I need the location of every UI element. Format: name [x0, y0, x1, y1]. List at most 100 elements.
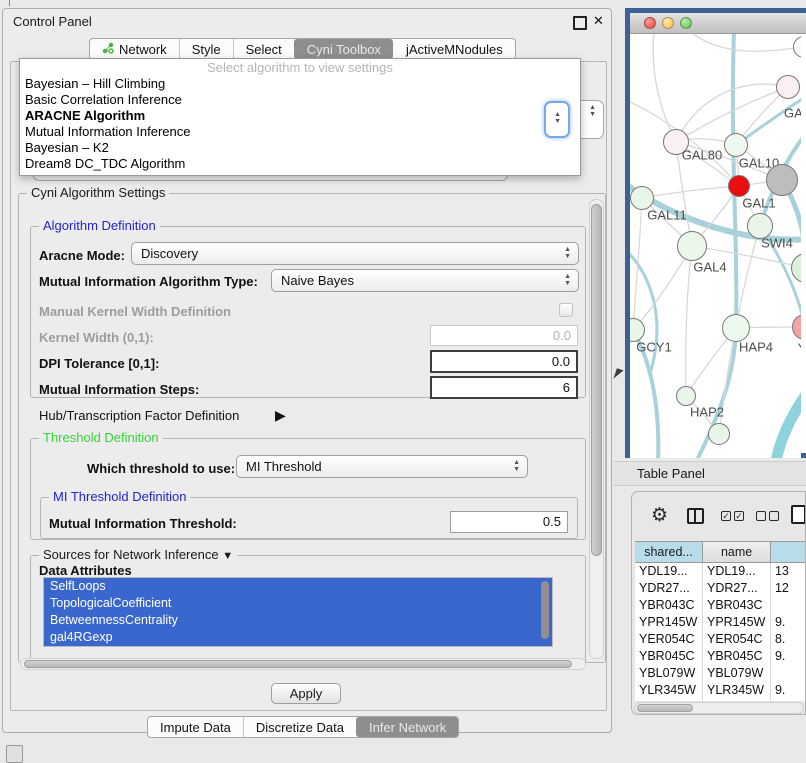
- table-cell: [771, 665, 806, 682]
- spinner-down-icon: ▼: [513, 466, 520, 473]
- tab-label: Impute Data: [160, 720, 231, 735]
- table-cell: YIL053C: [703, 699, 771, 701]
- network-window-titlebar[interactable]: [630, 13, 806, 34]
- table-hscrollbar-thumb[interactable]: [637, 704, 693, 712]
- table-cell: YBR045C: [635, 648, 703, 665]
- float-window-icon[interactable]: [573, 16, 587, 30]
- tab-label: Select: [246, 42, 282, 57]
- network-node[interactable]: [708, 423, 730, 445]
- data-attributes-list[interactable]: SelfLoopsTopologicalCoefficientBetweenne…: [43, 577, 553, 647]
- control-panel-window: Control Panel ✕ Network Style Select Cyn…: [2, 8, 612, 733]
- column-header-shared[interactable]: shared...: [635, 542, 703, 562]
- table-row[interactable]: YDL19...YDL19...13: [635, 563, 806, 580]
- spinner-up-icon: ▲: [564, 273, 571, 280]
- table-cell: 13: [771, 563, 806, 580]
- close-icon[interactable]: ✕: [593, 13, 604, 29]
- kernel-width-input[interactable]: 0.0: [430, 325, 578, 346]
- network-view-window: GALGAL80GAL10GAL1GAL11SWI4GAL4GCY1HAP4YH…: [625, 8, 806, 458]
- table-row[interactable]: YBR045CYBR045C9.: [635, 648, 806, 665]
- network-node-hap4[interactable]: [722, 314, 750, 342]
- mi-type-combo[interactable]: Naive Bayes ▲▼: [271, 269, 579, 292]
- algorithm-option[interactable]: Bayesian – Hill Climbing: [20, 76, 580, 92]
- tab-network[interactable]: Network: [90, 39, 179, 59]
- unchecked-checkbox-icon[interactable]: [769, 511, 779, 521]
- attributes-scrollbar-thumb[interactable]: [541, 581, 549, 639]
- apply-button[interactable]: Apply: [271, 683, 341, 704]
- tab-select[interactable]: Select: [233, 39, 294, 59]
- columns-view-icon[interactable]: [687, 508, 704, 524]
- mi-type-label: Mutual Information Algorithm Type:: [39, 274, 258, 289]
- gear-icon[interactable]: ⚙: [651, 504, 668, 527]
- mi-steps-input[interactable]: 6: [430, 376, 578, 399]
- tab-jactivemnodules[interactable]: jActiveMNodules: [393, 39, 515, 59]
- table-row[interactable]: YBR043CYBR043C: [635, 597, 806, 614]
- checked-checkbox-icon[interactable]: ✓: [734, 511, 744, 521]
- table-row[interactable]: YLR345WYLR345W9.: [635, 682, 806, 699]
- collapse-down-icon[interactable]: ▼: [222, 550, 233, 562]
- control-panel-titlebar[interactable]: Control Panel ✕: [3, 9, 611, 33]
- close-traffic-light[interactable]: [644, 17, 656, 29]
- collapse-right-icon[interactable]: ▶: [275, 407, 286, 424]
- network-node-gal[interactable]: [776, 75, 800, 99]
- settings-scrollbar[interactable]: [589, 199, 604, 659]
- table-cell: 8.: [771, 631, 806, 648]
- data-attribute-item[interactable]: gal4RGexp: [44, 629, 552, 646]
- network-node-gal11[interactable]: [630, 186, 654, 210]
- column-header-name[interactable]: name: [703, 542, 771, 562]
- settings-hscrollbar-thumb[interactable]: [24, 660, 572, 668]
- mi-type-value: Naive Bayes: [281, 273, 354, 288]
- data-attributes-label: Data Attributes: [39, 563, 132, 578]
- unchecked-checkbox-icon[interactable]: [756, 511, 766, 521]
- algorithm-option[interactable]: ARACNE Algorithm: [20, 108, 580, 124]
- algorithm-option[interactable]: Basic Correlation Inference: [20, 92, 580, 108]
- table-row[interactable]: YDR27...YDR27...12: [635, 580, 806, 597]
- dpi-tolerance-input[interactable]: 0.0: [430, 350, 578, 373]
- tab-label: Infer Network: [369, 720, 446, 735]
- dpi-tolerance-label: DPI Tolerance [0,1]:: [39, 356, 159, 371]
- control-panel-title: Control Panel: [13, 14, 92, 29]
- network-node-label: Y: [798, 341, 801, 356]
- tab-style[interactable]: Style: [179, 39, 233, 59]
- network-node[interactable]: [766, 164, 798, 196]
- column-header-extra[interactable]: [771, 542, 806, 562]
- table-cell: YBR043C: [635, 597, 703, 614]
- zoom-traffic-light[interactable]: [680, 17, 692, 29]
- table-cell: YER054C: [703, 631, 771, 648]
- data-attribute-item[interactable]: TopologicalCoefficient: [44, 595, 552, 612]
- network-node-hap2[interactable]: [676, 386, 696, 406]
- focused-combo-end[interactable]: ▲▼: [544, 101, 570, 138]
- sources-title-text: Sources for Network Inference: [43, 547, 219, 562]
- data-attribute-item[interactable]: BetweennessCentrality: [44, 612, 552, 629]
- kernel-width-label: Kernel Width (0,1):: [39, 330, 154, 345]
- tab-impute-data[interactable]: Impute Data: [148, 717, 243, 737]
- table-hscrollbar[interactable]: [634, 702, 804, 714]
- tab-discretize-data[interactable]: Discretize Data: [243, 717, 356, 737]
- collapsed-panel-icon[interactable]: [6, 745, 23, 763]
- checked-checkbox-icon[interactable]: ✓: [721, 511, 731, 521]
- algorithm-option[interactable]: Bayesian – K2: [20, 140, 580, 156]
- aracne-mode-combo[interactable]: Discovery ▲▼: [131, 242, 579, 265]
- network-node-gal4[interactable]: [677, 231, 707, 261]
- settings-scrollbar-thumb[interactable]: [591, 204, 602, 556]
- network-node-gal10[interactable]: [724, 133, 748, 157]
- table-window: ⚙ ✓ ✓ shared... name YDL19...YDL19...13Y…: [631, 491, 806, 715]
- table-row[interactable]: YER054CYER054C8.: [635, 631, 806, 648]
- algorithm-option[interactable]: Mutual Information Inference: [20, 124, 580, 140]
- data-attribute-item[interactable]: SelfLoops: [44, 578, 552, 595]
- table-row[interactable]: YBL079WYBL079W: [635, 665, 806, 682]
- document-icon[interactable]: [791, 505, 806, 524]
- table-cell: YBR043C: [703, 597, 771, 614]
- minimize-traffic-light[interactable]: [662, 17, 674, 29]
- mi-threshold-input[interactable]: 0.5: [450, 511, 568, 533]
- table-row[interactable]: YIL053CYIL053C9.: [635, 699, 806, 701]
- tab-infer-network[interactable]: Infer Network: [356, 717, 458, 737]
- tab-cyni-toolbox[interactable]: Cyni Toolbox: [294, 39, 393, 59]
- network-node-gal1[interactable]: [728, 175, 750, 197]
- table-row[interactable]: YPR145WYPR145W9.: [635, 614, 806, 631]
- which-threshold-combo[interactable]: MI Threshold ▲▼: [236, 455, 528, 478]
- algorithm-option[interactable]: Dream8 DC_TDC Algorithm: [20, 156, 580, 172]
- settings-hscrollbar[interactable]: [20, 658, 586, 670]
- network-tab-icon: [102, 42, 114, 57]
- manual-kernel-checkbox[interactable]: [559, 303, 573, 317]
- network-canvas[interactable]: GALGAL80GAL10GAL1GAL11SWI4GAL4GCY1HAP4YH…: [630, 34, 801, 458]
